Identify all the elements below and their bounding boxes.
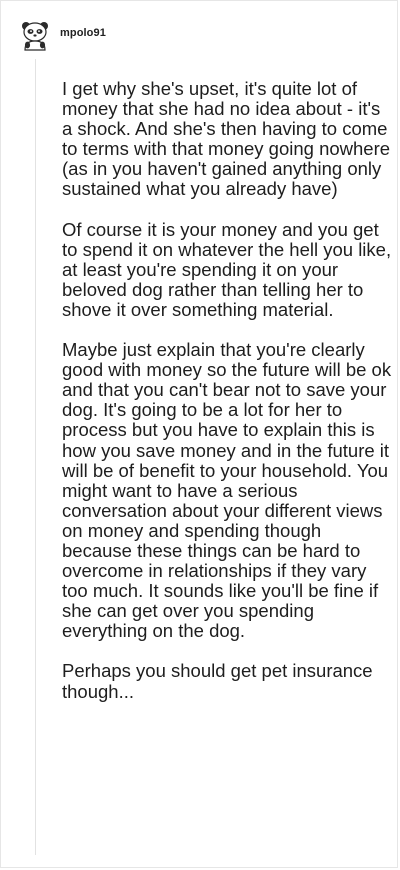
comment-paragraph: I get why she's upset, it's quite lot of… xyxy=(62,78,391,200)
comment-paragraph: Of course it is your money and you get t… xyxy=(62,218,392,320)
comment-body: I get why she's upset, it's quite lot of… xyxy=(62,78,394,722)
panda-avatar-icon xyxy=(22,22,48,51)
comment-card: mpolo91 I get why she's upset, it's quit… xyxy=(0,0,398,868)
comment-paragraph: Perhaps you should get pet insurance tho… xyxy=(62,660,373,702)
comment-paragraph: Maybe just explain that you're clearly g… xyxy=(62,339,392,642)
comment-username[interactable]: mpolo91 xyxy=(60,27,106,39)
thread-line xyxy=(35,59,36,855)
user-avatar[interactable] xyxy=(19,19,51,51)
